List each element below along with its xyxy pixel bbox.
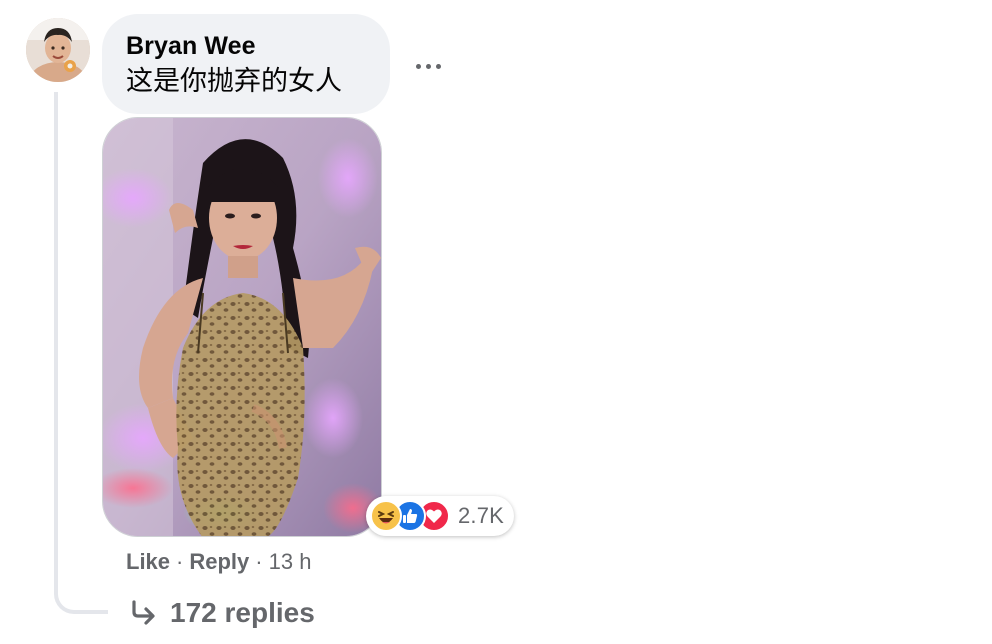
comment-timestamp[interactable]: 13 h: [269, 549, 312, 575]
comment-thread: Bryan Wee 这是你抛弃的女人 2.7K Like · Reply · 1…: [0, 0, 992, 644]
like-button[interactable]: Like: [126, 549, 170, 575]
action-separator: ·: [255, 549, 263, 574]
view-replies-button[interactable]: 172 replies: [128, 594, 315, 632]
reactions-summary[interactable]: 2.7K: [366, 496, 515, 536]
replies-count-label: 172 replies: [170, 597, 315, 628]
reaction-count: 2.7K: [458, 503, 505, 528]
photo-image: [103, 118, 381, 536]
comment-author[interactable]: Bryan Wee: [126, 30, 366, 62]
thread-connector-line: [54, 92, 108, 614]
haha-icon: [370, 500, 402, 532]
more-horizontal-icon-dot: [435, 63, 441, 69]
comment-bubble: Bryan Wee 这是你抛弃的女人: [102, 14, 390, 114]
more-horizontal-icon-dot: [425, 63, 431, 69]
action-separator: ·: [176, 549, 184, 574]
reaction-icons: [370, 500, 450, 532]
comment-photo-attachment[interactable]: [102, 117, 382, 537]
more-horizontal-icon: [415, 63, 421, 69]
reply-arrow-icon: [132, 600, 155, 625]
avatar[interactable]: [26, 18, 90, 82]
more-options-button[interactable]: [408, 50, 448, 82]
reply-button[interactable]: Reply: [189, 549, 249, 575]
comment-text: 这是你抛弃的女人: [126, 66, 342, 97]
comment-actions: Like · Reply · 13 h: [126, 548, 311, 576]
user-avatar-icon: [26, 18, 90, 82]
